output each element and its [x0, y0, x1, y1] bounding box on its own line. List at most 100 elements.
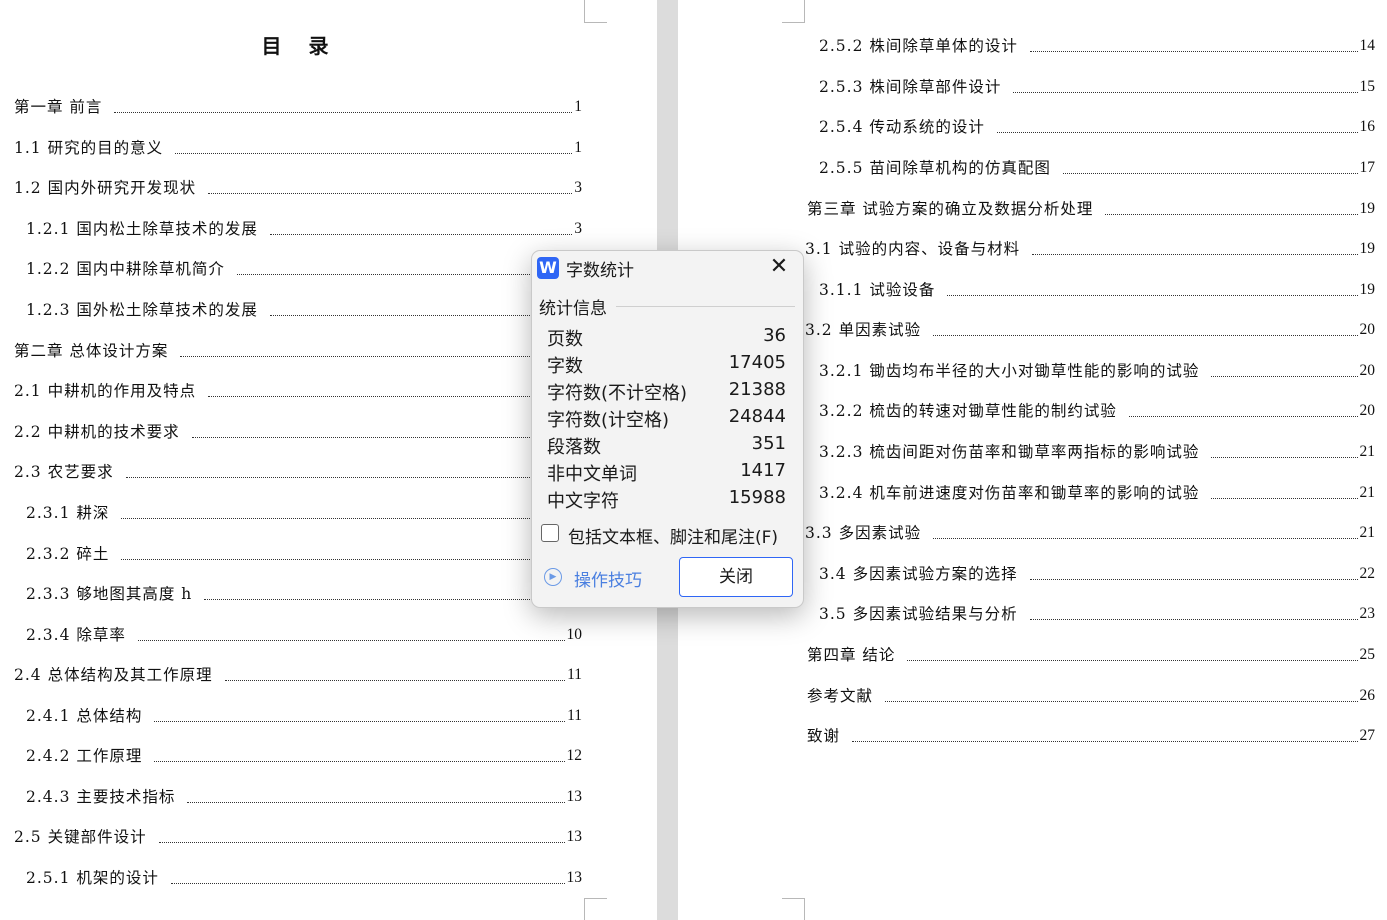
tips-label: 操作技巧 [574, 571, 642, 591]
stat-row-words: 字数 17405 [547, 352, 786, 378]
toc-entry-label: 致谢 [807, 727, 841, 745]
stat-label: 段落数 [547, 437, 601, 458]
stat-row-chinese-chars: 中文字符 15988 [547, 487, 786, 513]
toc-entry[interactable]: 参考文献 26 [807, 682, 1375, 706]
toc-entry-page: 14 [1359, 37, 1376, 54]
toc-entry-label: 3.2 单因素试验 [805, 321, 922, 339]
page-corner-mark [782, 0, 805, 23]
include-textboxes-label[interactable]: 包括文本框、脚注和尾注(F) [568, 523, 778, 548]
toc-entry[interactable]: 1.1 研究的目的意义 1 [14, 134, 582, 158]
toc-entry-page: 20 [1359, 321, 1376, 338]
close-button[interactable]: 关闭 [679, 557, 793, 597]
toc-entry[interactable]: 2.5.2 株间除草单体的设计 14 [819, 32, 1375, 56]
toc-leader-dots [1105, 214, 1358, 215]
toc-entry[interactable]: 3.2.3 梳齿间距对伤苗率和锄草率两指标的影响试验 21 [819, 438, 1375, 462]
toc-entry[interactable]: 2.3 农艺要求 [14, 458, 538, 482]
stat-row-paragraphs: 段落数 351 [547, 433, 786, 459]
toc-title: 目 录 [261, 34, 339, 58]
toc-leader-dots [1062, 173, 1358, 174]
stat-row-non-chinese-words: 非中文单词 1417 [547, 460, 786, 486]
toc-entry-label: 第三章 试验方案的确立及数据分析处理 [807, 200, 1094, 218]
toc-entry[interactable]: 1.2.1 国内松土除草技术的发展 3 [26, 215, 582, 239]
toc-entry[interactable]: 2.3.2 碎土 [26, 540, 538, 564]
toc-entry[interactable]: 3.2.1 锄齿均布半径的大小对锄草性能的影响的试验 20 [819, 357, 1375, 381]
toc-entry[interactable]: 2.4 总体结构及其工作原理 11 [14, 661, 582, 685]
toc-entry-page: 21 [1359, 524, 1376, 541]
stat-row-chars-no-spaces: 字符数(不计空格) 21388 [547, 379, 786, 405]
toc-entry-label: 参考文献 [807, 687, 874, 705]
stat-value: 24844 [728, 406, 786, 427]
toc-leader-dots [269, 315, 536, 316]
close-icon[interactable]: ✕ [765, 253, 793, 281]
toc-leader-dots [933, 335, 1358, 336]
toc-entry-page: 21 [1359, 484, 1376, 501]
toc-leader-dots [933, 538, 1358, 539]
stat-label: 字符数(计空格) [547, 410, 670, 431]
toc-entry-page: 21 [1359, 443, 1376, 460]
toc-leader-dots [180, 356, 536, 357]
toc-entry[interactable]: 1.2.2 国内中耕除草机简介 [26, 255, 538, 279]
toc-entry[interactable]: 2.3.1 耕深 [26, 499, 538, 523]
toc-entry[interactable]: 3.1 试验的内容、设备与材料 19 [805, 235, 1375, 259]
toc-entry[interactable]: 2.3.4 除草率 10 [26, 621, 582, 645]
toc-entry[interactable]: 2.1 中耕机的作用及特点 [14, 377, 538, 401]
toc-entry-page: 20 [1359, 362, 1376, 379]
section-label: 统计信息 [539, 299, 607, 319]
toc-entry[interactable]: 3.2 单因素试验 20 [805, 316, 1375, 340]
toc-entry-label: 2.5.4 传动系统的设计 [819, 118, 985, 136]
dialog-title-bar[interactable]: W 字数统计 ✕ [532, 251, 803, 285]
play-circle-icon: ▶ [544, 568, 562, 586]
toc-entry-page: 13 [566, 828, 583, 845]
toc-entry[interactable]: 2.5.5 苗间除草机构的仿真配图 17 [819, 154, 1375, 178]
toc-entry[interactable]: 1.2.3 国外松土除草技术的发展 [26, 296, 538, 320]
toc-entry-label: 3.1 试验的内容、设备与材料 [805, 240, 1021, 258]
toc-entry[interactable]: 2.4.3 主要技术指标 13 [26, 783, 582, 807]
toc-entry[interactable]: 3.1.1 试验设备 19 [819, 276, 1375, 300]
toc-entry-page: 17 [1359, 159, 1376, 176]
toc-entry-page: 15 [1359, 78, 1376, 95]
toc-entry[interactable]: 3.2.2 梳齿的转速对锄草性能的制约试验 20 [819, 397, 1375, 421]
toc-entry[interactable]: 第三章 试验方案的确立及数据分析处理 19 [807, 195, 1375, 219]
toc-entry[interactable]: 2.5.1 机架的设计 13 [26, 864, 582, 888]
toc-entry-label: 3.2.3 梳齿间距对伤苗率和锄草率两指标的影响试验 [819, 443, 1200, 461]
toc-entry[interactable]: 2.4.1 总体结构 11 [26, 702, 582, 726]
toc-entry-label: 2.3 农艺要求 [14, 463, 114, 481]
toc-entry[interactable]: 1.2 国内外研究开发现状 3 [14, 174, 582, 198]
toc-entry-label: 2.4.1 总体结构 [26, 707, 143, 725]
toc-entry[interactable]: 第一章 前言 1 [14, 93, 582, 117]
toc-entry[interactable]: 2.3.3 够地图其高度 h [26, 580, 538, 604]
toc-leader-dots [224, 680, 566, 681]
toc-entry-page: 13 [566, 788, 583, 805]
toc-entry-label: 2.4.2 工作原理 [26, 747, 143, 765]
toc-entry-label: 3.3 多因素试验 [805, 524, 922, 542]
toc-entry[interactable]: 3.4 多因素试验方案的选择 22 [819, 560, 1375, 584]
toc-entry[interactable]: 3.2.4 机车前进速度对伤苗率和锄草率的影响的试验 21 [819, 479, 1375, 503]
toc-entry[interactable]: 第二章 总体设计方案 [14, 337, 538, 361]
section-divider [616, 306, 795, 307]
toc-entry[interactable]: 2.5.4 传动系统的设计 16 [819, 113, 1375, 137]
wps-app-icon: W [537, 257, 559, 279]
toc-leader-dots [1029, 51, 1358, 52]
toc-leader-dots [158, 842, 565, 843]
toc-entry[interactable]: 3.5 多因素试验结果与分析 23 [819, 600, 1375, 624]
toc-entry-page: 12 [566, 747, 583, 764]
toc-entry[interactable]: 第四章 结论 25 [807, 641, 1375, 665]
toc-leader-dots [1128, 416, 1358, 417]
toc-entry-page: 1 [574, 98, 582, 115]
include-textboxes-checkbox[interactable] [541, 524, 559, 542]
toc-entry[interactable]: 2.2 中耕机的技术要求 [14, 418, 538, 442]
toc-leader-dots [852, 741, 1358, 742]
toc-entry-label: 2.5 关键部件设计 [14, 828, 147, 846]
toc-entry[interactable]: 2.5.3 株间除草部件设计 15 [819, 73, 1375, 97]
toc-leader-dots [1029, 619, 1358, 620]
toc-entry-page: 3 [574, 220, 582, 237]
toc-entry[interactable]: 致谢 27 [807, 722, 1375, 746]
toc-entry[interactable]: 2.5 关键部件设计 13 [14, 823, 582, 847]
toc-entry[interactable]: 2.4.2 工作原理 12 [26, 742, 582, 766]
toc-leader-dots [907, 660, 1358, 661]
toc-entry[interactable]: 3.3 多因素试验 21 [805, 519, 1375, 543]
toc-entry-label: 2.5.3 株间除草部件设计 [819, 78, 1002, 96]
toc-entry-page: 11 [567, 707, 582, 724]
stat-value: 17405 [728, 352, 786, 373]
toc-entry-label: 2.3.2 碎土 [26, 545, 110, 563]
